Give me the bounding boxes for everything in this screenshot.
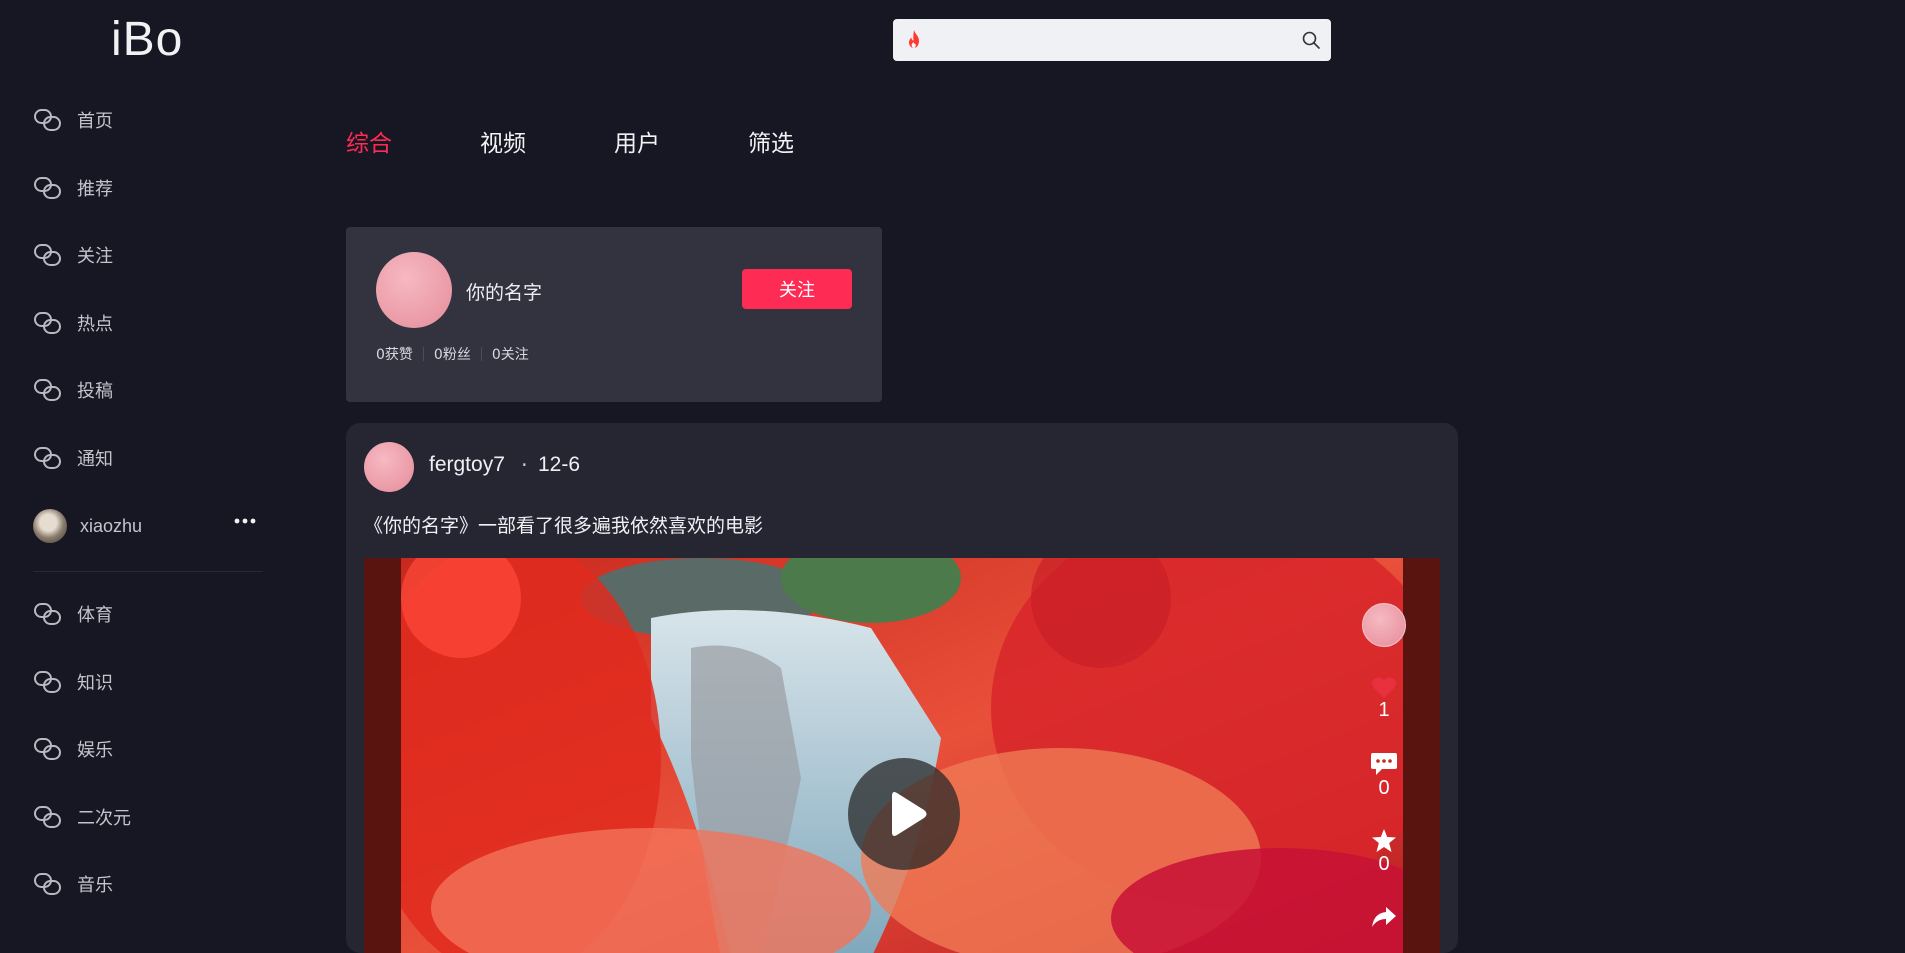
stat-divider [480, 347, 482, 361]
share-button[interactable] [1359, 905, 1409, 929]
sidebar-item-label: 通知 [77, 449, 113, 470]
play-button[interactable] [848, 758, 960, 870]
sidebar-item-home[interactable]: 首页 [33, 100, 113, 140]
favorite-button[interactable]: 0 [1359, 828, 1409, 875]
video-actions: 1 0 0 [1359, 603, 1409, 927]
video-thumbnail [401, 558, 1403, 953]
sidebar-item-following[interactable]: 关注 [33, 235, 113, 275]
tab-all[interactable]: 综合 [346, 124, 392, 158]
post-date: 12-6 [538, 453, 581, 476]
post-author[interactable]: fergtoy7 [429, 453, 505, 477]
user-name[interactable]: 你的名字 [466, 278, 542, 305]
link-icon [34, 379, 61, 401]
avatar[interactable] [376, 252, 452, 328]
like-button[interactable]: 1 [1359, 675, 1409, 721]
link-icon [34, 177, 61, 199]
follow-button[interactable]: 关注 [742, 269, 852, 309]
sidebar-item-label: 体育 [77, 605, 113, 626]
favorite-count: 0 [1378, 853, 1390, 875]
following-count: 0关注 [491, 347, 529, 363]
sidebar-user[interactable]: xiaozhu [33, 506, 263, 546]
sidebar-item-music[interactable]: 音乐 [33, 864, 113, 904]
search-bar [893, 19, 1331, 61]
link-icon [34, 873, 61, 895]
sidebar-item-label: 首页 [77, 111, 113, 132]
avatar [33, 509, 67, 543]
video-player[interactable]: 1 0 0 [364, 558, 1440, 953]
search-input[interactable] [931, 25, 1271, 55]
sidebar-item-knowledge[interactable]: 知识 [33, 662, 113, 702]
tab-users[interactable]: 用户 [614, 124, 660, 158]
link-icon [34, 312, 61, 334]
link-icon [34, 244, 61, 266]
link-icon [34, 109, 61, 131]
link-icon [34, 603, 61, 625]
avatar[interactable] [364, 442, 414, 492]
sidebar-item-sports[interactable]: 体育 [33, 594, 113, 634]
post-card: fergtoy7 · 12-6 《你的名字》一部看了很多遍我依然喜欢的电影 1 … [346, 423, 1458, 953]
heart-icon [1372, 677, 1396, 698]
play-icon [892, 792, 927, 836]
separator: · [521, 453, 528, 477]
comment-button[interactable]: 0 [1359, 751, 1409, 799]
sidebar-item-recommend[interactable]: 推荐 [33, 168, 113, 208]
sidebar-divider [33, 571, 263, 572]
sidebar-item-entertainment[interactable]: 娱乐 [33, 729, 113, 769]
link-icon [34, 806, 61, 828]
likes-count: 0获赞 [376, 347, 413, 363]
sidebar-item-trending[interactable]: 热点 [33, 303, 113, 343]
user-result-card[interactable]: 你的名字 关注 0获赞 0粉丝 0关注 [346, 227, 882, 402]
link-icon [34, 447, 61, 469]
sidebar-item-label: 关注 [77, 246, 113, 267]
sidebar-item-label: 投稿 [77, 381, 113, 402]
comment-count: 0 [1378, 777, 1390, 799]
post-caption: 《你的名字》一部看了很多遍我依然喜欢的电影 [364, 515, 764, 537]
more-icon[interactable] [234, 518, 256, 524]
sidebar-item-notifications[interactable]: 通知 [33, 438, 113, 478]
sidebar-item-label: 推荐 [77, 179, 113, 200]
comment-icon [1371, 753, 1397, 775]
app-logo[interactable]: iBo [111, 12, 183, 67]
stat-divider [422, 347, 424, 361]
share-icon [1372, 907, 1396, 927]
sidebar-item-label: 娱乐 [77, 740, 113, 761]
sidebar-item-label: 知识 [77, 673, 113, 694]
avatar[interactable] [1362, 603, 1406, 647]
sidebar-item-label: 热点 [77, 314, 113, 335]
star-icon [1372, 829, 1396, 852]
sidebar-item-label: 音乐 [77, 875, 113, 896]
search-icon[interactable] [1301, 30, 1321, 50]
sidebar-item-upload[interactable]: 投稿 [33, 370, 113, 410]
sidebar-item-anime[interactable]: 二次元 [33, 797, 131, 837]
link-icon [34, 671, 61, 693]
fire-icon [909, 30, 919, 48]
user-stats: 0获赞 0粉丝 0关注 [376, 344, 529, 364]
username: xiaozhu [80, 515, 143, 536]
sidebar-item-label: 二次元 [77, 808, 131, 829]
search-tabs: 综合 视频 用户 筛选 [346, 124, 882, 158]
tab-filter[interactable]: 筛选 [748, 124, 794, 158]
like-count: 1 [1378, 699, 1390, 721]
link-icon [34, 738, 61, 760]
followers-count: 0粉丝 [433, 347, 471, 363]
tab-video[interactable]: 视频 [480, 124, 526, 158]
